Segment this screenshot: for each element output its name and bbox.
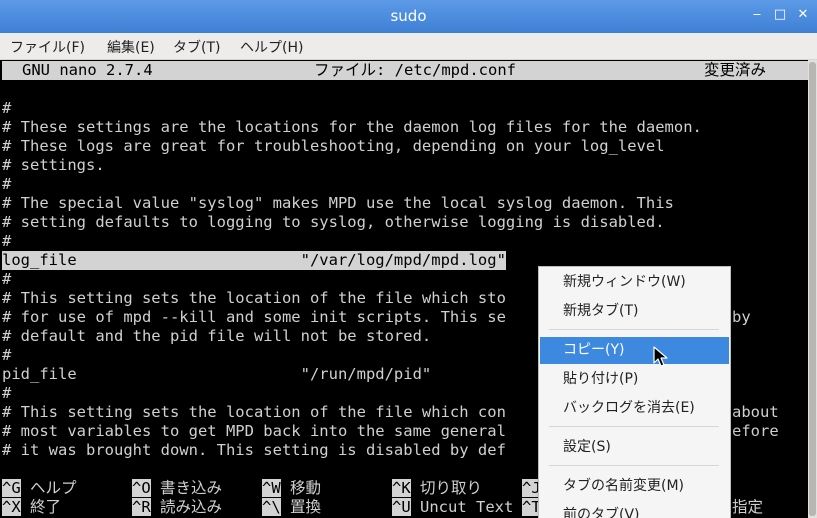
editor-line: # These logs are great for troubleshooti… [2, 137, 665, 155]
shortcut-where-is[interactable]: ^W 移動 [262, 479, 321, 498]
scrollbar-thumb[interactable] [809, 62, 816, 516]
editor-line: # [2, 270, 12, 288]
menu-edit[interactable]: 編集(E) [105, 37, 157, 57]
window-title: sudo [390, 7, 427, 25]
editor-line: # The special value "syslog" makes MPD u… [2, 194, 674, 212]
editor-line-fragment: efore [732, 422, 779, 440]
menu-item-rename-tab[interactable]: タブの名前変更(M) [540, 473, 729, 500]
editor-line: # most variables to get MPD back into th… [2, 422, 506, 440]
editor-line-fragment: by [732, 308, 751, 326]
editor-line: # setting defaults to logging to syslog,… [2, 213, 665, 231]
editor-line: # [2, 232, 12, 250]
menu-tabs[interactable]: タブ(T) [171, 37, 222, 57]
menu-item-paste[interactable]: 貼り付け(P) [540, 366, 729, 393]
editor-line: # [2, 384, 12, 402]
shortcut-uncut[interactable]: ^U Uncut Text [392, 498, 513, 517]
shortcut-help[interactable]: ^G ヘルプ [2, 479, 77, 498]
nano-file-label: ファイル: /etc/mpd.conf [314, 61, 516, 79]
menu-file[interactable]: ファイル(F) [8, 37, 87, 57]
close-button[interactable]: ✕ [795, 6, 811, 24]
menu-separator [549, 465, 719, 466]
editor-line: # settings. [2, 156, 105, 174]
menu-item-clear-scrollback[interactable]: バックログを消去(E) [540, 395, 729, 422]
mouse-pointer-icon [653, 346, 668, 367]
shortcut-replace[interactable]: ^\ 置換 [262, 498, 321, 517]
editor-line: # [2, 99, 12, 117]
editor-line-selected: log_file "/var/log/mpd/mpd.log" [2, 251, 506, 270]
context-menu: 新規ウィンドウ(W) 新規タブ(T) コピー(Y) 貼り付け(P) バックログを… [538, 266, 731, 518]
terminal-scrollbar[interactable] [808, 60, 817, 518]
editor-line: pid_file "/run/mpd/pid" [2, 365, 432, 383]
editor-line: # This setting sets the location of the … [2, 403, 506, 421]
menu-item-copy[interactable]: コピー(Y) [540, 337, 729, 364]
shortcut-goto-label[interactable]: 指定 [732, 498, 763, 517]
minimize-button[interactable]: ‒ [749, 6, 765, 24]
menubar: ファイル(F) 編集(E) タブ(T) ヘルプ(H) [0, 33, 817, 60]
editor-line: # This setting sets the location of the … [2, 289, 506, 307]
nano-header: GNU nano 2.7.4 ファイル: /etc/mpd.conf 変更済み [2, 61, 808, 80]
nano-version: GNU nano 2.7.4 [22, 61, 153, 79]
menu-help[interactable]: ヘルプ(H) [238, 37, 305, 57]
menu-separator [549, 426, 719, 427]
menu-item-previous-tab[interactable]: 前のタブ(V) [540, 502, 729, 518]
shortcut-read[interactable]: ^R 読み込み [132, 498, 222, 517]
menu-item-new-window[interactable]: 新規ウィンドウ(W) [540, 269, 729, 296]
editor-line: # it was brought down. This setting is d… [2, 441, 506, 459]
nano-modified-status: 変更済み [704, 61, 767, 79]
editor-line-fragment: about [732, 403, 779, 421]
editor-line: # [2, 175, 12, 193]
editor-line: # These settings are the locations for t… [2, 118, 702, 136]
menu-separator [549, 329, 719, 330]
editor-line: # [2, 346, 12, 364]
maximize-button[interactable]: □ [772, 6, 788, 24]
editor-line: # for use of mpd --kill and some init sc… [2, 308, 506, 326]
menu-item-preferences[interactable]: 設定(S) [540, 434, 729, 461]
menu-item-new-tab[interactable]: 新規タブ(T) [540, 298, 729, 325]
window-titlebar[interactable]: sudo ‒ □ ✕ [0, 0, 817, 33]
shortcut-exit[interactable]: ^X 終了 [2, 498, 61, 517]
editor-line: # default and the pid file will not be s… [2, 327, 432, 345]
shortcut-cut[interactable]: ^K 切り取り [392, 479, 482, 498]
shortcut-write[interactable]: ^O 書き込み [132, 479, 222, 498]
